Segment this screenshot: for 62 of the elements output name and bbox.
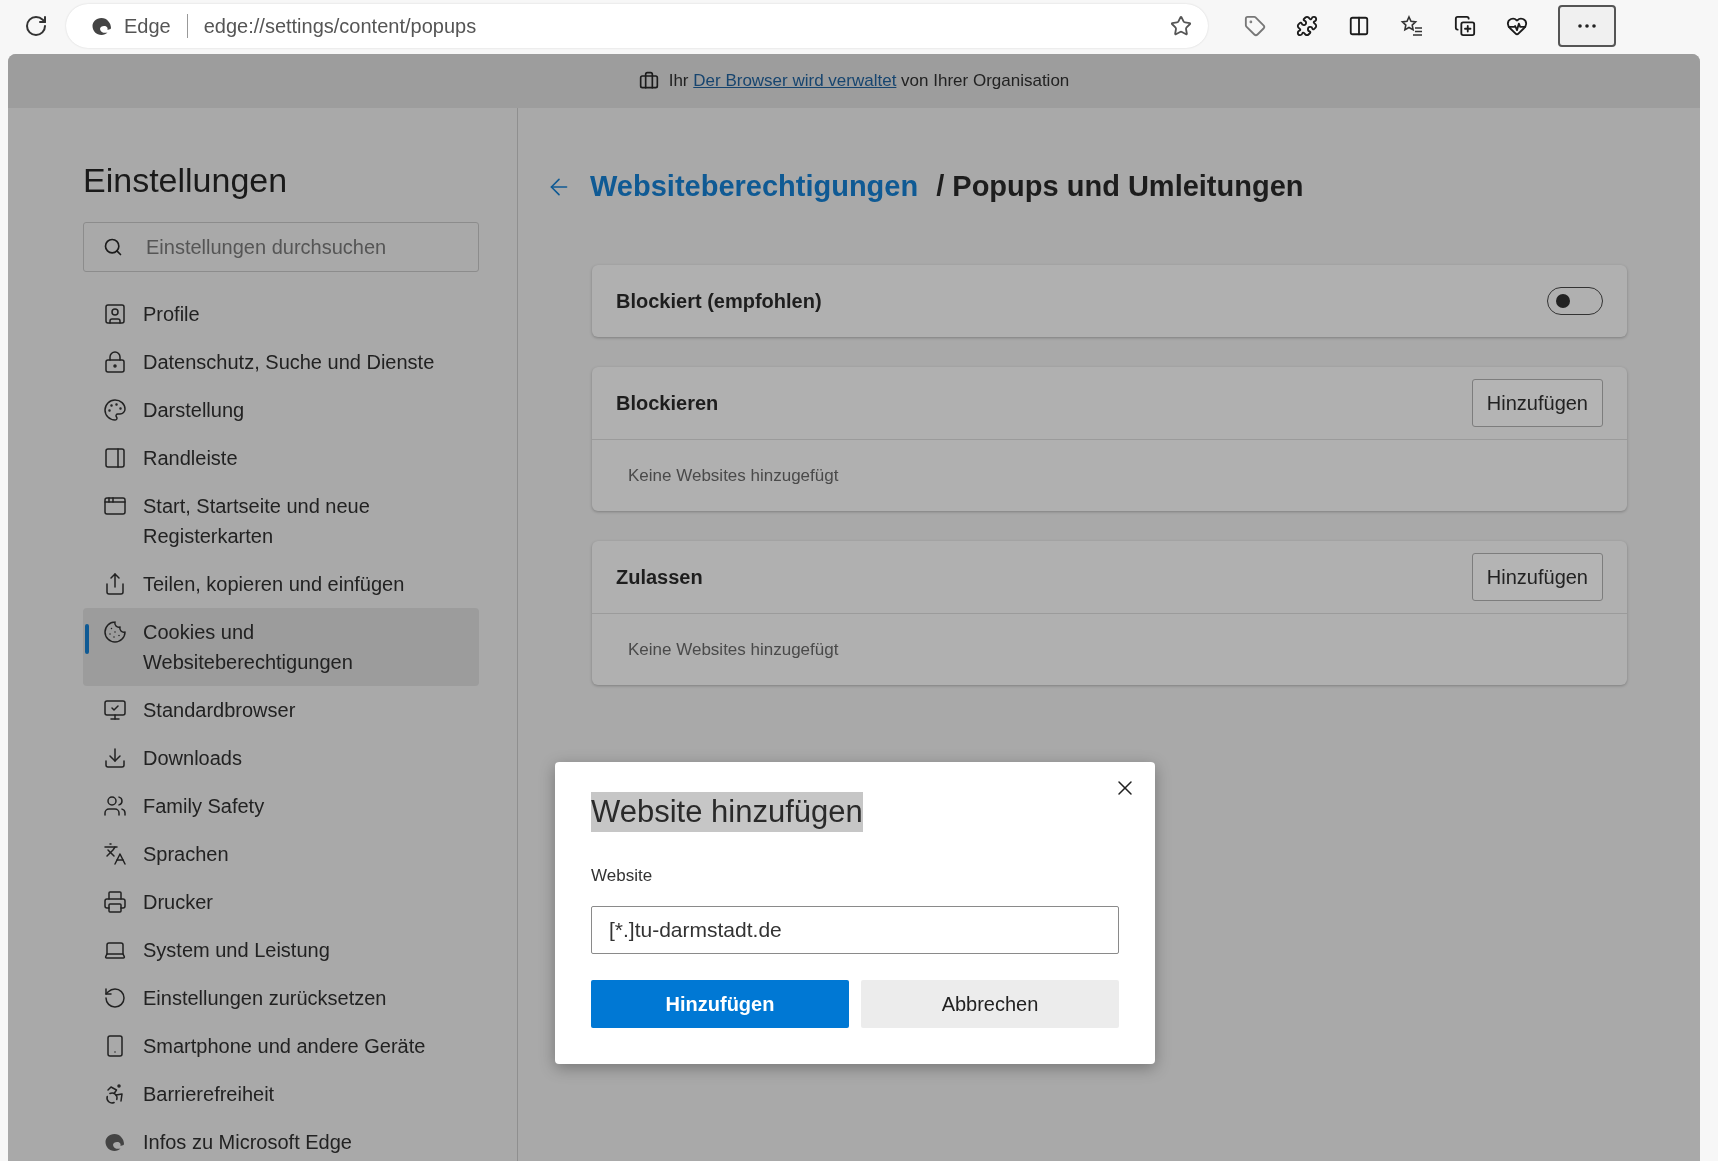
monitor-check-icon (103, 698, 127, 722)
managed-notice: Ihr Der Browser wird verwaltet von Ihrer Organisation (668, 71, 1070, 91)
sidebar-item[interactable]: Darstellung (83, 386, 479, 434)
sidebar-item[interactable]: Cookies und Websiteberechtigungen (83, 608, 479, 686)
reset-icon (103, 986, 127, 1010)
section-label: Zulassen (616, 565, 703, 589)
section-label: Blockieren (616, 391, 719, 415)
sidebar-item[interactable]: Teilen, kopieren und einfügen (83, 560, 479, 608)
tag-icon[interactable] (1244, 15, 1266, 37)
copy-plus-icon[interactable] (1454, 15, 1476, 37)
sidebar-title: Einstellungen (83, 161, 289, 200)
sidebar-item[interactable]: Profile (83, 290, 479, 338)
dialog-title: Website hinzufügen (591, 792, 863, 832)
panel-icon (103, 446, 127, 470)
sidebar-item[interactable]: Downloads (83, 734, 479, 782)
address-bar[interactable]: Edge edge://settings/content/popups (66, 4, 1208, 48)
empty-text: Keine Websites hinzugefügt (628, 639, 839, 660)
share-icon (103, 572, 127, 596)
sidebar-item[interactable]: Barrierefreiheit (83, 1070, 479, 1118)
heart-pulse-icon[interactable] (1506, 15, 1528, 37)
briefcase-icon (638, 71, 659, 91)
printer-icon (103, 890, 127, 914)
website-field[interactable]: [*.]tu-darmstadt.de (591, 906, 1119, 954)
add-button[interactable]: Hinzufügen (1471, 553, 1603, 601)
add-button[interactable]: Hinzufügen (1471, 379, 1603, 427)
sidebar-item[interactable]: Sprachen (83, 830, 479, 878)
palette-icon (103, 398, 127, 422)
search-icon (103, 237, 123, 257)
puzzle-icon[interactable] (1296, 15, 1318, 37)
cookie-icon (103, 620, 127, 644)
search-field[interactable]: Einstellungen durchsuchen (83, 222, 479, 272)
site-label: Edge (124, 14, 171, 38)
sidebar-item[interactable]: System und Leistung (83, 926, 479, 974)
empty-text: Keine Websites hinzugefügt (628, 465, 839, 486)
sidebar-item[interactable]: Randleiste (83, 434, 479, 482)
sidebar-item[interactable]: Infos zu Microsoft Edge (83, 1118, 479, 1161)
more-button[interactable] (1558, 5, 1616, 47)
page-title: / Popups und Umleitungen (936, 170, 1304, 203)
add-button[interactable]: Hinzufügen (591, 980, 849, 1028)
lock-icon (103, 350, 127, 374)
person-square-icon (103, 302, 127, 326)
sidebar-item[interactable]: Smartphone und andere Geräte (83, 1022, 479, 1070)
setting-label: Blockiert (empfohlen) (616, 289, 822, 313)
sidebar-item[interactable]: Family Safety (83, 782, 479, 830)
split-screen-icon[interactable] (1348, 15, 1370, 37)
sidebar-item[interactable]: Standardbrowser (83, 686, 479, 734)
managed-link[interactable]: Der Browser wird verwaltet (693, 71, 897, 90)
more-icon (1578, 24, 1596, 28)
field-label: Website (591, 866, 654, 886)
window-icon (103, 494, 127, 518)
sidebar-item[interactable]: Datenschutz, Suche und Dienste (83, 338, 479, 386)
star-list-icon[interactable] (1400, 14, 1424, 38)
refresh-icon[interactable] (24, 14, 48, 38)
sidebar-item[interactable]: Einstellungen zurücksetzen (83, 974, 479, 1022)
people-icon (103, 794, 127, 818)
sidebar-item[interactable]: Start, Startseite und neue Registerkarten (83, 482, 479, 560)
translate-icon (103, 842, 127, 866)
url-text: edge://settings/content/popups (203, 14, 478, 38)
star-icon[interactable] (1170, 15, 1192, 37)
download-icon (103, 746, 127, 770)
cancel-button[interactable]: Abbrechen (861, 980, 1119, 1028)
sidebar-item[interactable]: Drucker (83, 878, 479, 926)
